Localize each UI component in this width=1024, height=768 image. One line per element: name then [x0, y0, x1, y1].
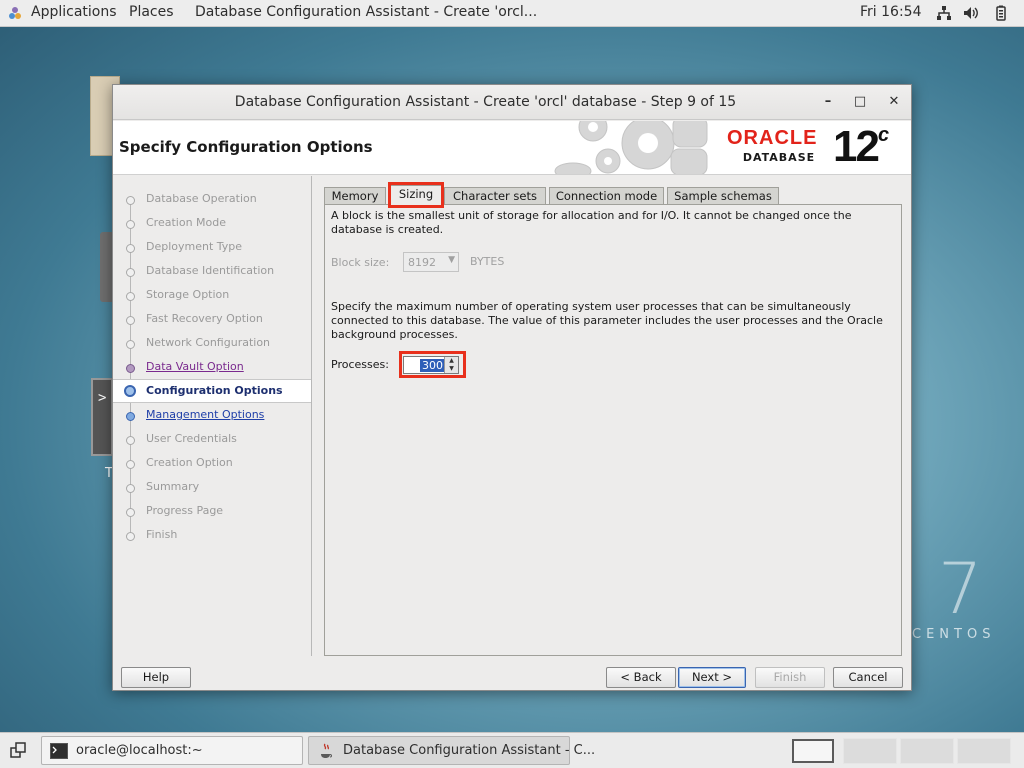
- block-size-select: 8192 ▼: [403, 252, 459, 272]
- battery-icon[interactable]: [993, 5, 1009, 21]
- tab-connection-mode[interactable]: Connection mode: [549, 187, 664, 205]
- applications-menu[interactable]: Applications: [31, 4, 117, 20]
- step-summary: Summary: [113, 476, 311, 500]
- step-dot-icon: [126, 364, 135, 373]
- sizing-panel: A block is the smallest unit of storage …: [324, 204, 902, 656]
- step-dot-icon: [126, 244, 135, 253]
- version-logo: 12c: [833, 122, 889, 171]
- step-dot-icon: [126, 436, 135, 445]
- step-dot-icon: [126, 268, 135, 277]
- tab-character-sets[interactable]: Character sets: [444, 187, 546, 205]
- step-finish: Finish: [113, 524, 311, 548]
- step-deployment-type: Deployment Type: [113, 236, 311, 260]
- top-panel: Applications Places Database Configurati…: [0, 0, 1024, 27]
- step-configuration-options: Configuration Options: [113, 379, 311, 403]
- sizing-tab-highlight: [388, 182, 444, 208]
- close-button[interactable]: ✕: [885, 93, 903, 111]
- oracle-logo-text: ORACLE: [727, 127, 818, 149]
- block-size-label: Block size:: [331, 256, 390, 269]
- step-data-vault-option[interactable]: Data Vault Option: [113, 356, 311, 380]
- main-content: Memory Sizing Character sets Connection …: [320, 176, 909, 656]
- step-dot-icon: [126, 292, 135, 301]
- block-size-unit: BYTES: [470, 255, 505, 268]
- tab-sample-schemas[interactable]: Sample schemas: [667, 187, 779, 205]
- desktop-terminal-icon[interactable]: >: [91, 378, 113, 456]
- cancel-button[interactable]: Cancel: [833, 667, 903, 688]
- back-button[interactable]: < Back: [606, 667, 676, 688]
- step-database-identification: Database Identification: [113, 260, 311, 284]
- config-tabs: Memory Sizing Character sets Connection …: [324, 182, 904, 208]
- workspace-4[interactable]: [957, 738, 1011, 764]
- oracle-logo: ORACLE DATABASE: [727, 127, 831, 164]
- processes-label: Processes:: [331, 358, 389, 371]
- taskbar-dbca[interactable]: Database Configuration Assistant - C...: [308, 736, 595, 765]
- bottom-taskbar: oracle@localhost:~ Database Configuratio…: [0, 732, 1024, 768]
- minimize-button[interactable]: –: [819, 93, 837, 111]
- step-user-credentials: User Credentials: [113, 428, 311, 452]
- page-header: Specify Configuration Options ORACLE DAT…: [113, 121, 911, 175]
- processes-highlight: [399, 351, 466, 378]
- step-database-operation: Database Operation: [113, 188, 311, 212]
- step-fast-recovery-option: Fast Recovery Option: [113, 308, 311, 332]
- step-dot-icon: [126, 532, 135, 541]
- step-management-options[interactable]: Management Options: [113, 404, 311, 428]
- chevron-down-icon: ▼: [448, 255, 455, 265]
- step-dot-icon: [126, 196, 135, 205]
- step-creation-mode: Creation Mode: [113, 212, 311, 236]
- centos-logo-number: 7: [938, 548, 983, 630]
- terminal-icon: [50, 743, 68, 759]
- dbca-window: Database Configuration Assistant - Creat…: [112, 84, 912, 691]
- places-menu[interactable]: Places: [129, 4, 174, 20]
- network-icon[interactable]: [936, 5, 952, 21]
- workspace-3[interactable]: [900, 738, 954, 764]
- step-dot-icon: [126, 340, 135, 349]
- taskbar-terminal[interactable]: oracle@localhost:~: [41, 736, 303, 765]
- step-progress-page: Progress Page: [113, 500, 311, 524]
- tab-memory[interactable]: Memory: [324, 187, 386, 205]
- workspace-2[interactable]: [843, 738, 897, 764]
- step-dot-icon: [126, 220, 135, 229]
- step-dot-icon: [126, 316, 135, 325]
- step-dot-icon: [126, 484, 135, 493]
- page-title: Specify Configuration Options: [119, 138, 373, 156]
- next-button[interactable]: Next >: [678, 667, 746, 688]
- steps-sidebar: Database Operation Creation Mode Deploym…: [113, 176, 312, 656]
- processes-description: Specify the maximum number of operating …: [331, 300, 883, 341]
- centos-logo-text: CENTOS: [912, 627, 996, 642]
- block-size-description: A block is the smallest unit of storage …: [331, 209, 852, 236]
- step-creation-option: Creation Option: [113, 452, 311, 476]
- step-dot-icon: [126, 508, 135, 517]
- volume-icon[interactable]: [963, 5, 979, 21]
- step-network-configuration: Network Configuration: [113, 332, 311, 356]
- active-window-title[interactable]: Database Configuration Assistant - Creat…: [195, 4, 537, 20]
- window-title: Database Configuration Assistant - Creat…: [234, 94, 737, 110]
- current-step-icon: [124, 385, 136, 397]
- java-icon: [321, 743, 332, 758]
- step-storage-option: Storage Option: [113, 284, 311, 308]
- step-dot-icon: [126, 412, 135, 421]
- applications-icon: [9, 7, 21, 19]
- finish-button: Finish: [755, 667, 825, 688]
- clock[interactable]: Fri 16:54: [860, 4, 921, 20]
- workspace-1[interactable]: [792, 739, 834, 763]
- show-desktop-icon[interactable]: [10, 742, 26, 758]
- oracle-database-text: DATABASE: [742, 151, 816, 164]
- window-titlebar[interactable]: Database Configuration Assistant - Creat…: [113, 85, 911, 120]
- help-button[interactable]: Help: [121, 667, 191, 688]
- maximize-button[interactable]: □: [851, 93, 869, 111]
- gears-graphic-icon: [554, 121, 708, 174]
- step-dot-icon: [126, 460, 135, 469]
